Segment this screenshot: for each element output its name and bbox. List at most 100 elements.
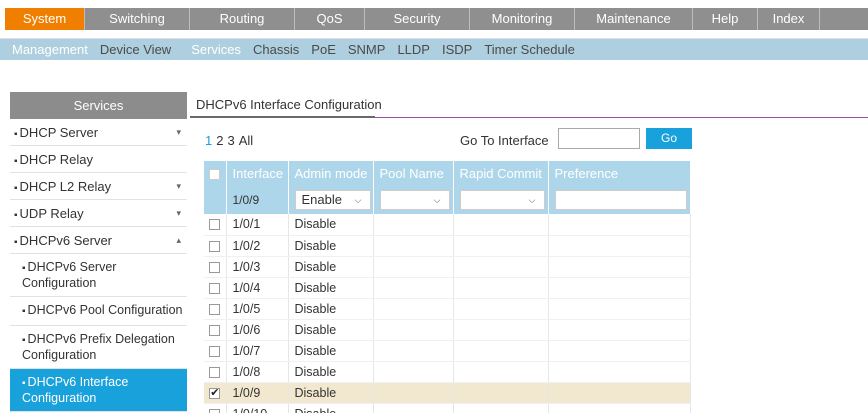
row-checkbox[interactable]: [209, 219, 221, 231]
admin-mode-select[interactable]: Enable ⌵: [294, 190, 371, 210]
subnav-poe[interactable]: PoE: [311, 42, 336, 57]
subnav-timer-schedule[interactable]: Timer Schedule: [484, 42, 575, 57]
bullet-icon: ▪: [22, 335, 26, 346]
row-interface: 1/0/3: [226, 256, 289, 278]
row-checkbox[interactable]: [209, 240, 221, 252]
sidebar-item-dhcpv6-server[interactable]: ▪ DHCPv6 Server ▴: [10, 227, 187, 254]
sidebar-subitem-0[interactable]: ▪ DHCPv6 Server Configuration: [10, 254, 187, 297]
table-row: 1/0/8 Disable: [204, 361, 691, 383]
row-admin-mode: Disable: [288, 319, 374, 341]
title-underline: [190, 116, 375, 118]
tab-monitoring[interactable]: Monitoring: [470, 8, 575, 30]
table-row: 1/0/9Disable: [204, 382, 691, 404]
top-navigation: System Switching Routing QoS Security Monitor…: [0, 0, 868, 38]
row-pool-name: [373, 277, 454, 299]
row-admin-mode: Disable: [288, 340, 374, 362]
row-interface: 1/0/7: [226, 340, 289, 362]
pool-name-select[interactable]: ⌵: [379, 190, 450, 210]
table-row: 1/0/1 Disable: [204, 214, 691, 236]
page-link-3[interactable]: 3: [227, 133, 234, 148]
sidebar-item-dhcp-l2-relay[interactable]: ▪ DHCP L2 Relay ▾: [10, 173, 187, 200]
sidebar-item-udp-relay[interactable]: ▪ UDP Relay ▾: [10, 200, 187, 227]
select-all-checkbox[interactable]: [209, 169, 221, 181]
row-checkbox[interactable]: [209, 345, 221, 357]
row-rapid-commit: [453, 277, 549, 299]
table-row: 1/0/4 Disable: [204, 277, 691, 299]
tab-help[interactable]: Help: [693, 8, 758, 30]
subnav-isdp[interactable]: ISDP: [442, 42, 472, 57]
row-admin-mode: Disable: [288, 361, 374, 383]
row-preference: [548, 361, 691, 383]
tab-security[interactable]: Security: [365, 8, 470, 30]
page-link-all[interactable]: All: [239, 133, 253, 148]
row-select-cell: [204, 277, 227, 299]
subnav-snmp[interactable]: SNMP: [348, 42, 386, 57]
row-checkbox[interactable]: [209, 303, 221, 315]
sub-navigation: Management Device View Services Chassis PoE S…: [0, 38, 868, 60]
chevron-down-icon: ⌵: [433, 195, 441, 205]
col-admin-mode: Admin mode: [288, 161, 374, 186]
row-checkbox[interactable]: [209, 261, 221, 273]
row-interface: 1/0/2: [226, 235, 289, 257]
row-checkbox[interactable]: [209, 324, 221, 336]
row-preference: [548, 298, 691, 320]
row-checkbox[interactable]: [209, 282, 221, 294]
tab-index[interactable]: Index: [758, 8, 820, 30]
subnav-device-view[interactable]: Device View: [100, 42, 171, 57]
row-checkbox[interactable]: [209, 408, 221, 413]
row-rapid-commit: [453, 340, 549, 362]
row-interface: 1/0/8: [226, 361, 289, 383]
sidebar-subitem-label: DHCPv6 Interface Configuration: [22, 375, 129, 405]
subnav-lldp[interactable]: LLDP: [397, 42, 430, 57]
page-link-1[interactable]: 1: [205, 133, 212, 148]
edit-preference-cell: [548, 186, 691, 214]
table-row: 1/0/5 Disable: [204, 298, 691, 320]
table-row: 1/0/2 Disable: [204, 235, 691, 257]
row-select-cell: [204, 235, 227, 257]
interface-table: Interface Admin mode Pool Name Rapid Com…: [204, 161, 691, 413]
chevron-down-icon: ⌵: [354, 195, 362, 205]
sidebar-subitem-2[interactable]: ▪ DHCPv6 Prefix Delegation Configuration: [10, 326, 187, 369]
sidebar-item-dhcp-relay[interactable]: ▪ DHCP Relay: [10, 146, 187, 173]
pagination: 1 2 3 All: [205, 133, 257, 148]
bullet-icon: ▪: [14, 210, 18, 221]
tab-routing[interactable]: Routing: [190, 8, 295, 30]
bullet-icon: ▪: [14, 183, 18, 194]
subnav-services[interactable]: Services: [191, 42, 241, 57]
row-rapid-commit: [453, 361, 549, 383]
row-select-cell: [204, 214, 227, 236]
bullet-icon: ▪: [14, 129, 18, 140]
row-preference: [548, 403, 691, 413]
row-interface: 1/0/10: [226, 403, 289, 413]
row-pool-name: [373, 340, 454, 362]
col-pool-name: Pool Name: [373, 161, 454, 186]
page-link-2[interactable]: 2: [216, 133, 223, 148]
subnav-management[interactable]: Management: [12, 42, 88, 57]
rapid-commit-select[interactable]: ⌵: [459, 190, 545, 210]
row-rapid-commit: [453, 214, 549, 236]
row-interface: 1/0/5: [226, 298, 289, 320]
go-button[interactable]: Go: [646, 128, 692, 149]
tab-system[interactable]: System: [5, 8, 85, 30]
sidebar-subitem-3[interactable]: ▪ DHCPv6 Interface Configuration: [10, 369, 187, 412]
sidebar-item-dhcp-server[interactable]: ▪ DHCP Server ▾: [10, 119, 187, 146]
table-header: Interface Admin mode Pool Name Rapid Com…: [204, 161, 691, 186]
row-preference: [548, 214, 691, 236]
row-checkbox[interactable]: [209, 386, 221, 399]
tab-switching[interactable]: Switching: [85, 8, 190, 30]
goto-interface-input[interactable]: [558, 128, 640, 149]
row-preference: [548, 340, 691, 362]
sidebar-subitem-1[interactable]: ▪ DHCPv6 Pool Configuration: [10, 297, 187, 326]
row-select-cell: [204, 319, 227, 341]
subnav-chassis[interactable]: Chassis: [253, 42, 299, 57]
tab-maintenance[interactable]: Maintenance: [575, 8, 693, 30]
preference-input[interactable]: [554, 190, 687, 210]
chevron-down-icon: ⌵: [528, 195, 536, 205]
col-interface: Interface: [226, 161, 289, 186]
row-admin-mode: Disable: [288, 256, 374, 278]
tab-qos[interactable]: QoS: [295, 8, 365, 30]
sidebar-item-label: DHCP Relay: [19, 152, 93, 167]
row-checkbox[interactable]: [209, 366, 221, 378]
sidebar-title: Services: [10, 92, 187, 119]
row-admin-mode: Disable: [288, 235, 374, 257]
